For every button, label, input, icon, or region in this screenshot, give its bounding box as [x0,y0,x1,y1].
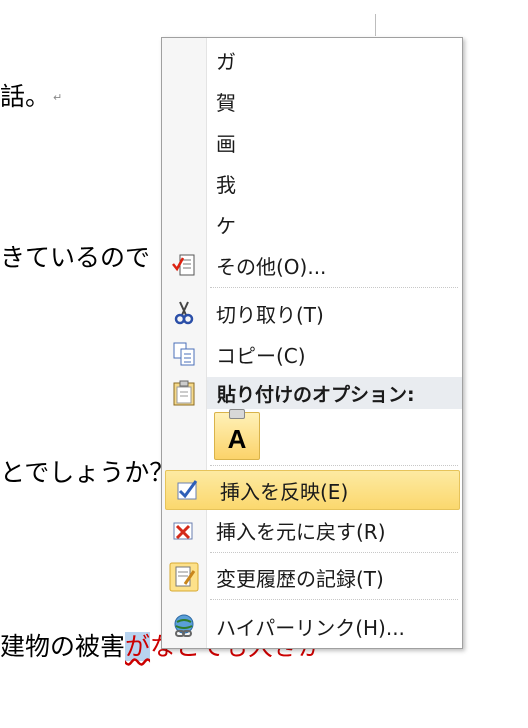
suggestion-label: 我 [216,172,236,197]
paragraph-mark: ↵ [53,91,63,104]
suggestion-ke[interactable]: ケ [162,205,462,243]
suggestion-label: ガ [216,49,236,74]
reject-change-icon [162,511,206,549]
menu-separator [210,599,458,600]
doc-line-1: 話。 ↵ [0,82,62,113]
accept-insertion-item[interactable]: 挿入を反映(E) [165,470,460,510]
clipboard-icon [162,374,206,412]
accept-label: 挿入を反映(E) [220,479,349,504]
text-only-icon: A [227,424,247,454]
reject-insertion-item[interactable]: 挿入を元に戻す(R) [162,511,462,549]
ruler-mark [375,14,376,36]
suggestion-ga-kanji-2[interactable]: 画 [162,123,462,161]
suggestion-label: ケ [216,213,236,238]
reject-label: 挿入を元に戻す(R) [216,519,386,544]
menu-separator [210,465,458,466]
paste-keep-text-only-button[interactable]: A [214,409,260,460]
hyperlink-item[interactable]: ハイパーリンク(H)... [162,607,462,645]
menu-separator [210,287,458,288]
cut-item[interactable]: 切り取り(T) [162,294,462,332]
scissors-icon [162,294,206,332]
track-changes-icon [162,558,206,596]
doc-line-2: きているので [0,243,151,272]
menu-separator [210,552,458,553]
suggestion-label: 画 [216,131,236,156]
suggestion-ga-kanji-3[interactable]: 我 [162,164,462,202]
more-label: その他(O)... [216,254,327,279]
paste-options-icon-cell [162,375,462,411]
track-changes-item[interactable]: 変更履歴の記録(T) [162,558,462,596]
more-suggestions-item[interactable]: その他(O)... [162,246,462,284]
copy-item[interactable]: コピー(C) [162,335,462,373]
accept-change-icon [166,471,210,509]
spell-list-icon [162,246,206,284]
suggestion-ga-katakana[interactable]: ガ [162,41,462,79]
track-changes-label: 変更履歴の記録(T) [216,566,384,591]
doc-line-3: とでしょうか？ [0,458,175,487]
copy-label: コピー(C) [216,343,306,368]
suggestion-ga-kanji-1[interactable]: 賀 [162,82,462,120]
hyperlink-globe-icon [162,607,206,645]
cut-label: 切り取り(T) [216,302,324,327]
context-menu: ガ 賀 画 我 ケ その他(O)... 切り取り(T) コピー(C) 貼り付けの… [161,37,463,649]
suggestion-label: 賀 [216,90,236,115]
doc-text-4: 建物の被害 [0,632,126,661]
misspelled-word[interactable]: が [125,632,151,661]
copy-icon [162,335,206,373]
doc-text-1: 話。 [0,82,51,111]
hyperlink-label: ハイパーリンク(H)... [216,615,405,640]
